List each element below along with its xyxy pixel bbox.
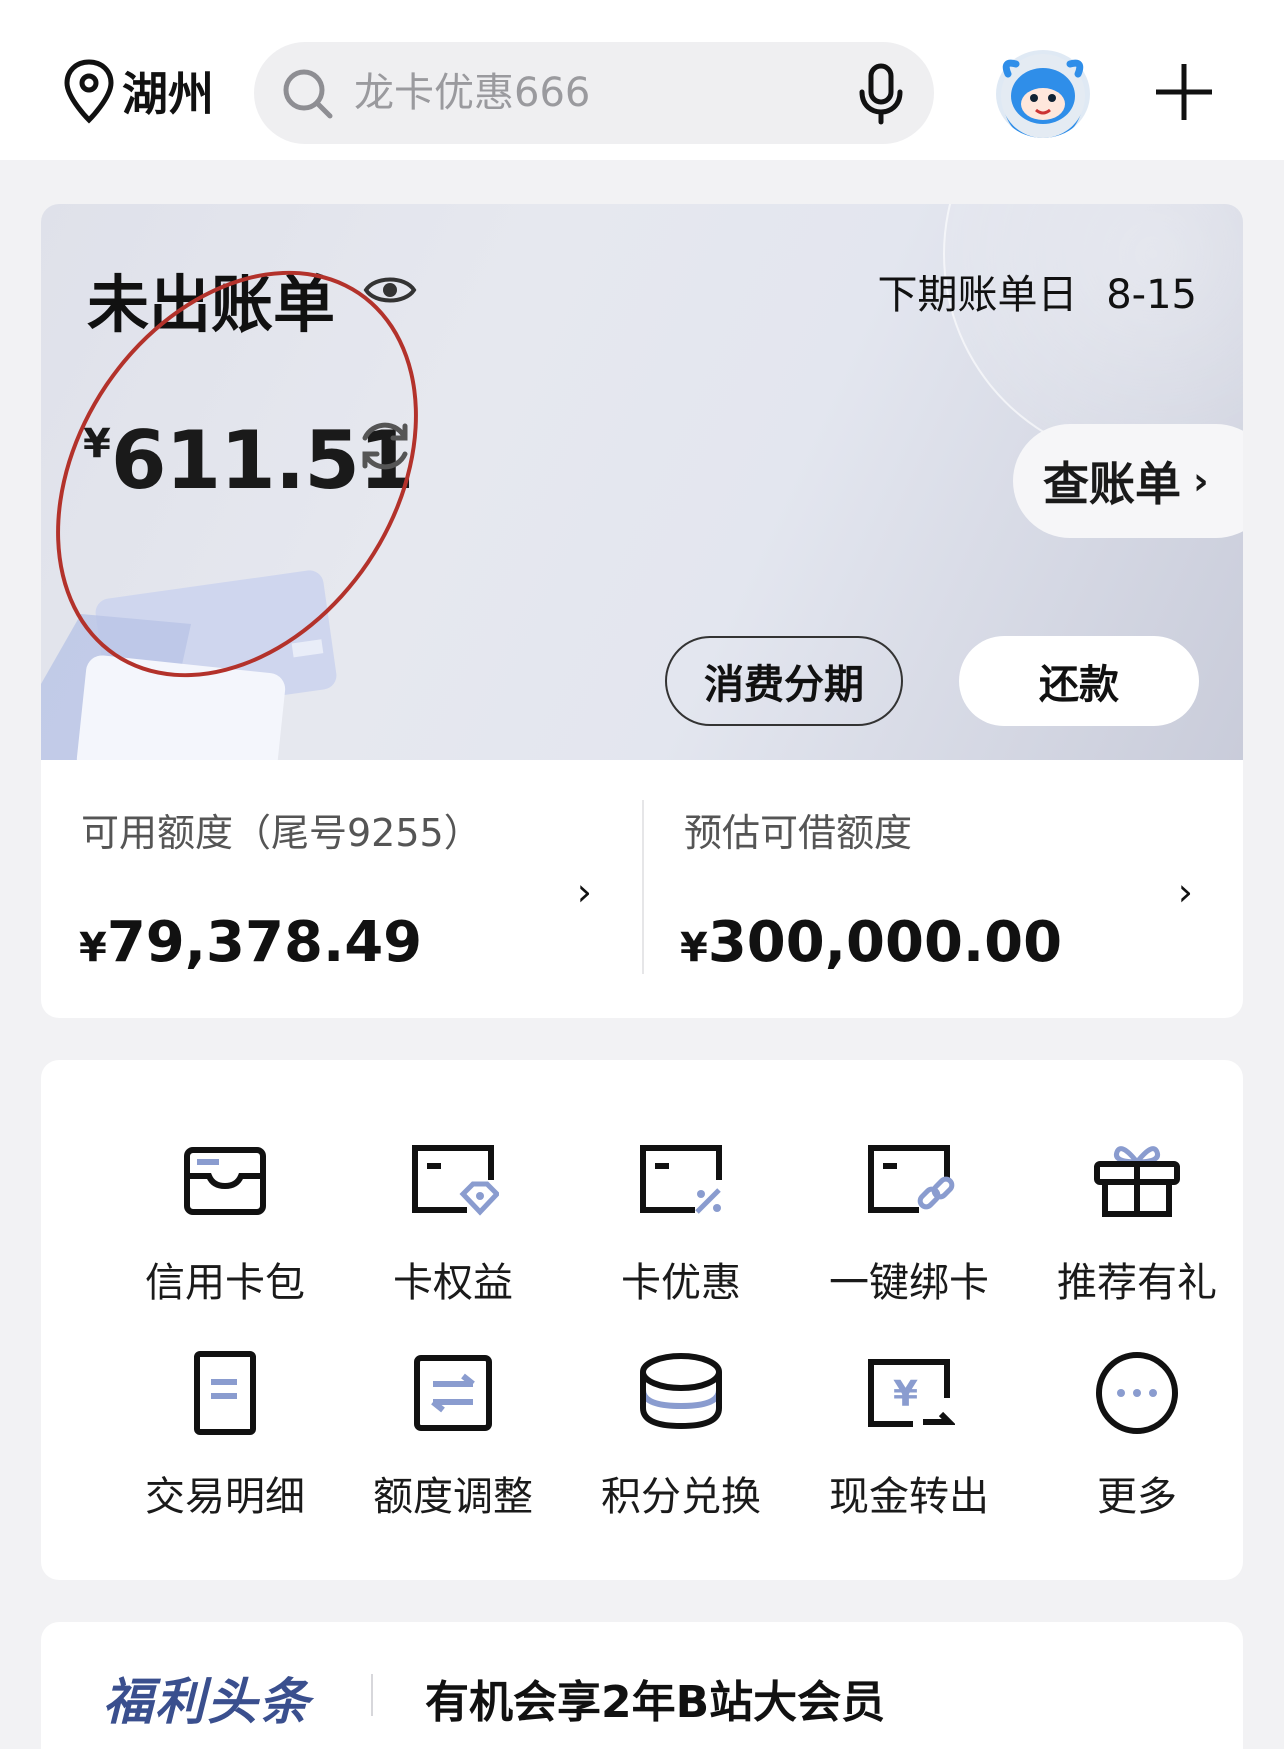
view-bill-button[interactable]: 查账单 ›: [1013, 424, 1243, 538]
location-pin-icon: [64, 59, 114, 124]
grid-item-points-exchange[interactable]: 积分兑换: [571, 1350, 791, 1530]
assistant-avatar[interactable]: [996, 50, 1090, 138]
add-icon[interactable]: [1152, 60, 1216, 124]
available-limit-label: 可用额度（尾号9255）: [81, 811, 482, 855]
next-bill-value: 8-15: [1106, 272, 1197, 318]
location-selector[interactable]: 湖州: [62, 58, 214, 124]
next-bill-label: 下期账单日: [877, 272, 1078, 318]
grid-label: 卡权益: [393, 1260, 513, 1306]
credit-limits: 可用额度（尾号9255） ¥79,378.49 › 预估可借额度 ¥300,00…: [41, 760, 1243, 1018]
available-limit-value: ¥79,378.49: [79, 910, 422, 975]
grid-item-cash-transfer[interactable]: ¥ 现金转出: [799, 1350, 1019, 1530]
grid-item-transactions[interactable]: 交易明细: [115, 1350, 335, 1530]
search-icon: [283, 69, 333, 119]
mascot-icon: [1001, 54, 1085, 138]
repay-button[interactable]: 还款: [959, 636, 1199, 726]
transaction-detail-icon: [194, 1351, 256, 1435]
grid-label: 积分兑换: [601, 1474, 761, 1520]
grid-label: 一键绑卡: [829, 1260, 989, 1306]
borrow-currency: ¥: [680, 925, 708, 971]
grid-label: 更多: [1097, 1474, 1177, 1520]
grid-item-card-wallet[interactable]: 信用卡包: [115, 1136, 335, 1316]
grid-item-referral-gift[interactable]: 推荐有礼: [1027, 1136, 1247, 1316]
location-text: 湖州: [122, 67, 214, 121]
card-wallet-icon: [184, 1147, 266, 1215]
available-currency: ¥: [79, 925, 107, 971]
available-amount: 79,378.49: [106, 910, 423, 975]
grid-item-bind-card[interactable]: 一键绑卡: [799, 1136, 1019, 1316]
card-benefit-icon: [412, 1145, 499, 1216]
chevron-right-icon: ›: [1177, 870, 1193, 914]
grid-label: 现金转出: [829, 1474, 989, 1520]
top-bar: 湖州: [0, 0, 1284, 160]
chevron-right-icon: ›: [576, 870, 592, 914]
svg-text:¥: ¥: [893, 1374, 918, 1415]
search-input[interactable]: [354, 60, 794, 126]
welfare-headlines[interactable]: 福利头条 有机会享2年B站大会员: [41, 1622, 1243, 1749]
view-bill-label: 查账单: [1043, 457, 1181, 511]
grid-item-card-discount[interactable]: 卡优惠: [571, 1136, 791, 1316]
grid-item-limit-adjust[interactable]: 额度调整: [343, 1350, 563, 1530]
borrow-limit-label: 预估可借额度: [684, 811, 913, 855]
borrow-limit[interactable]: 预估可借额度 ¥300,000.00 ›: [642, 760, 1243, 1018]
more-icon: [1096, 1352, 1178, 1434]
divider: [371, 1674, 373, 1716]
function-grid: 信用卡包 卡权益 卡优惠 一键绑卡 推荐有礼 交易明细 额度调整 积分兑换 ¥ …: [41, 1060, 1243, 1580]
borrow-amount: 300,000.00: [707, 910, 1063, 975]
search-bar[interactable]: [254, 42, 934, 144]
unbilled-card: 未出账单 下期账单日 8-15 ¥ 611.51 查账单 › 消费分期 还款: [41, 204, 1243, 760]
installment-button[interactable]: 消费分期: [665, 636, 903, 726]
grid-item-more[interactable]: 更多: [1027, 1350, 1247, 1530]
card-discount-icon: [640, 1145, 722, 1214]
microphone-icon[interactable]: [856, 62, 906, 126]
borrow-limit-value: ¥300,000.00: [680, 910, 1062, 975]
gift-icon: [1094, 1146, 1180, 1217]
chevron-right-icon: ›: [1193, 459, 1209, 503]
grid-label: 卡优惠: [621, 1260, 741, 1306]
bind-card-icon: [868, 1145, 955, 1213]
limit-adjust-icon: [414, 1355, 492, 1431]
grid-label: 交易明细: [145, 1474, 305, 1520]
grid-label: 额度调整: [373, 1474, 533, 1520]
grid-label: 信用卡包: [145, 1260, 305, 1306]
headline-text[interactable]: 有机会享2年B站大会员: [425, 1666, 885, 1730]
cash-transfer-icon: ¥: [868, 1359, 955, 1427]
available-limit[interactable]: 可用额度（尾号9255） ¥79,378.49 ›: [41, 760, 642, 1018]
points-exchange-icon: [640, 1353, 722, 1430]
grid-item-card-benefit[interactable]: 卡权益: [343, 1136, 563, 1316]
grid-label: 推荐有礼: [1057, 1260, 1217, 1306]
next-bill-date: 下期账单日 8-15: [878, 262, 1198, 320]
headline-brand: 福利头条: [103, 1673, 311, 1731]
